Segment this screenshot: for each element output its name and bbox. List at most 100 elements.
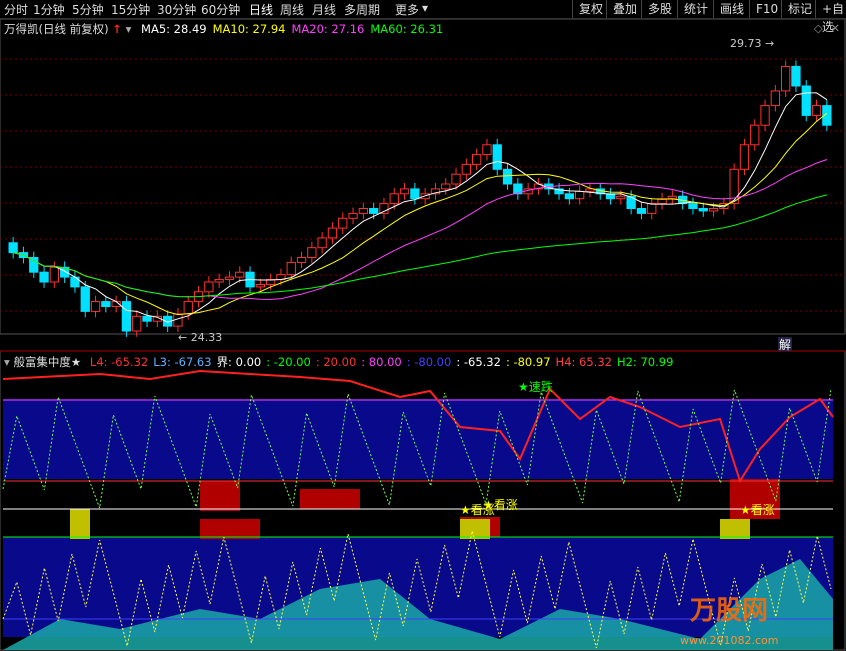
main-chart-controls: ◇ ✕	[814, 21, 840, 35]
candle-body	[389, 193, 399, 205]
toolbar-button-3[interactable]: 统计	[677, 0, 714, 18]
candle-body	[482, 144, 492, 156]
toolbar-button-0[interactable]: 复权	[572, 0, 609, 18]
toolbar-button-5[interactable]: F10	[749, 0, 784, 18]
candle-body	[410, 188, 420, 200]
candle-body	[564, 193, 575, 200]
ma-legend-2: MA20: 27.16	[291, 22, 365, 36]
candle-body	[224, 276, 235, 281]
candle-body	[317, 237, 327, 249]
candle-body	[348, 212, 358, 219]
period-toolbar: 分时 1分钟 5分钟 15分钟 30分钟 60分钟 日线 周线 月线 多周期 更多 ▾ 复权 叠加 多股 统计…	[0, 0, 846, 34]
up-arrow-icon: ↑	[112, 22, 122, 36]
candle-body	[183, 301, 193, 315]
kline-svg[interactable]: 29.73 →← 24.33解★速跌★看涨★看涨 ★看涨万股网www.201082…	[0, 19, 846, 651]
candle-body	[750, 124, 760, 146]
toolbar-button-4[interactable]: 画线	[713, 0, 750, 18]
candle-body	[502, 168, 513, 185]
candle-body	[255, 283, 266, 288]
indicator-param-0: L4: -65.32	[89, 355, 149, 369]
period-tab-6[interactable]: 日线	[249, 1, 273, 18]
period-tab-8[interactable]: 月线	[312, 1, 336, 18]
indicator-param-10: H2: 70.99	[616, 355, 674, 369]
main-legend: 万得凯(日线 前复权) ↑ ▾ MA5: 28.49 MA10: 27.94 MA2…	[4, 21, 443, 37]
signal-label-3: ★看涨	[740, 502, 775, 517]
candle-body	[781, 65, 791, 92]
watermark-url: www.201082.com	[680, 634, 778, 647]
candle-body	[204, 281, 214, 293]
period-tab-3[interactable]: 15分钟	[111, 1, 150, 18]
toolbar-button-2[interactable]: 多股	[641, 0, 678, 18]
candle-body	[90, 301, 101, 312]
indicator-param-8: : -80.97	[505, 355, 551, 369]
indicator-name[interactable]: 般富集中度★	[13, 355, 81, 369]
candle-body	[708, 208, 719, 212]
candle-body	[49, 266, 60, 283]
candle-body	[739, 144, 750, 170]
ind-yellow-area	[460, 519, 490, 539]
watermark-logo: 万股网	[690, 596, 768, 626]
candle-body	[358, 208, 369, 214]
candle-body	[399, 188, 410, 195]
ind-red-area	[300, 489, 360, 509]
candle-body	[760, 105, 770, 126]
ma-legend-1: MA10: 27.94	[212, 22, 286, 36]
candle-body	[472, 154, 482, 165]
period-tab-9[interactable]: 多周期	[344, 1, 380, 18]
diamond-icon[interactable]: ◇	[814, 21, 823, 35]
period-tab-10[interactable]: 更多	[395, 1, 419, 18]
indicator-param-6: : -80.00	[406, 355, 452, 369]
candle-body	[616, 195, 626, 200]
main-frame	[0, 19, 846, 335]
candle-body	[286, 261, 296, 276]
candle-body	[235, 271, 245, 278]
candle-body	[8, 242, 18, 254]
candle-body	[667, 195, 678, 200]
candle-body	[791, 65, 801, 87]
candle-body	[451, 173, 461, 185]
candle-body	[492, 144, 502, 170]
indicator-param-3: : -20.00	[266, 355, 311, 369]
signal-label-0: ★速跌	[518, 379, 553, 394]
ind-band-top	[3, 399, 833, 479]
stock-title[interactable]: 万得凯(日线 前复权)	[4, 22, 109, 36]
period-tab-5[interactable]: 60分钟	[201, 1, 240, 18]
period-tab-7[interactable]: 周线	[280, 1, 304, 18]
candle-body	[647, 203, 657, 214]
indicator-param-4: : 20.00	[315, 355, 357, 369]
candle-body	[441, 183, 451, 190]
candle-body	[142, 315, 152, 322]
candle-body	[132, 315, 142, 332]
close-icon[interactable]: ✕	[830, 21, 840, 35]
ind-yellow-area	[70, 509, 90, 539]
signal-label-2: ★看涨	[483, 497, 518, 512]
toolbar-button-1[interactable]: 叠加	[606, 0, 643, 18]
candle-body	[770, 90, 781, 107]
dropdown-icon[interactable]: ▾	[4, 355, 10, 369]
ind-red-area	[200, 519, 260, 539]
candle-body	[307, 247, 317, 258]
ind-red-area	[200, 481, 240, 511]
candle-body	[369, 208, 379, 214]
chart-area: 29.73 → ← 24.33 解 ★速跌 ★看涨 ★看涨 ★看涨 万股网 www.201082…	[0, 19, 846, 651]
candle-body	[296, 257, 307, 263]
period-tab-4[interactable]: 30分钟	[157, 1, 196, 18]
candle-body	[636, 208, 647, 214]
indicator-param-7: : -65.32	[456, 355, 501, 369]
candle-body	[39, 271, 49, 283]
candle-body	[688, 203, 698, 210]
dropdown-icon[interactable]: ▾	[126, 22, 132, 36]
candle-body	[70, 276, 80, 288]
indicator-param-1: L3: -67.63	[153, 355, 212, 369]
period-tab-2[interactable]: 5分钟	[72, 1, 104, 18]
candle-body	[461, 163, 472, 175]
toolbar-button-6[interactable]: 标记	[781, 0, 818, 18]
candle-body	[379, 203, 389, 214]
more-dropdown-icon[interactable]: ▾	[422, 1, 428, 15]
period-tab-0[interactable]: 分时	[4, 1, 28, 18]
ma-legend-0: MA5: 28.49	[141, 22, 207, 36]
toolbar-button-7[interactable]: +自选	[815, 0, 846, 34]
candle-body	[811, 105, 822, 116]
period-tab-1[interactable]: 1分钟	[33, 1, 65, 18]
indicator-param-5: : 80.00	[361, 355, 402, 369]
